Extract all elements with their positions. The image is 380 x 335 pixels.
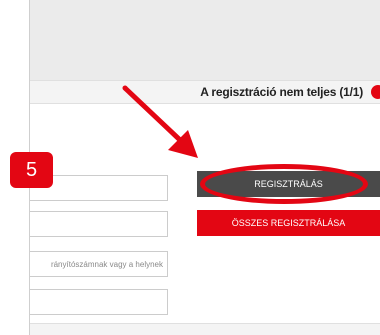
bottom-divider: [30, 323, 380, 335]
postal-code-or-city-field[interactable]: [30, 251, 168, 277]
form-field-4[interactable]: [30, 289, 168, 315]
registration-status-bar: A regisztráció nem teljes (1/1): [30, 80, 380, 104]
step-number-badge: 5: [10, 152, 53, 188]
form-field-2[interactable]: [30, 211, 168, 237]
register-button[interactable]: REGISZTRÁLÁS: [197, 171, 380, 197]
status-indicator-dot: [371, 85, 380, 99]
header-area: [0, 0, 380, 80]
registration-status-text: A regisztráció nem teljes (1/1): [200, 85, 363, 99]
register-all-button[interactable]: ÖSSZES REGISZTRÁLÁSA: [197, 210, 380, 236]
